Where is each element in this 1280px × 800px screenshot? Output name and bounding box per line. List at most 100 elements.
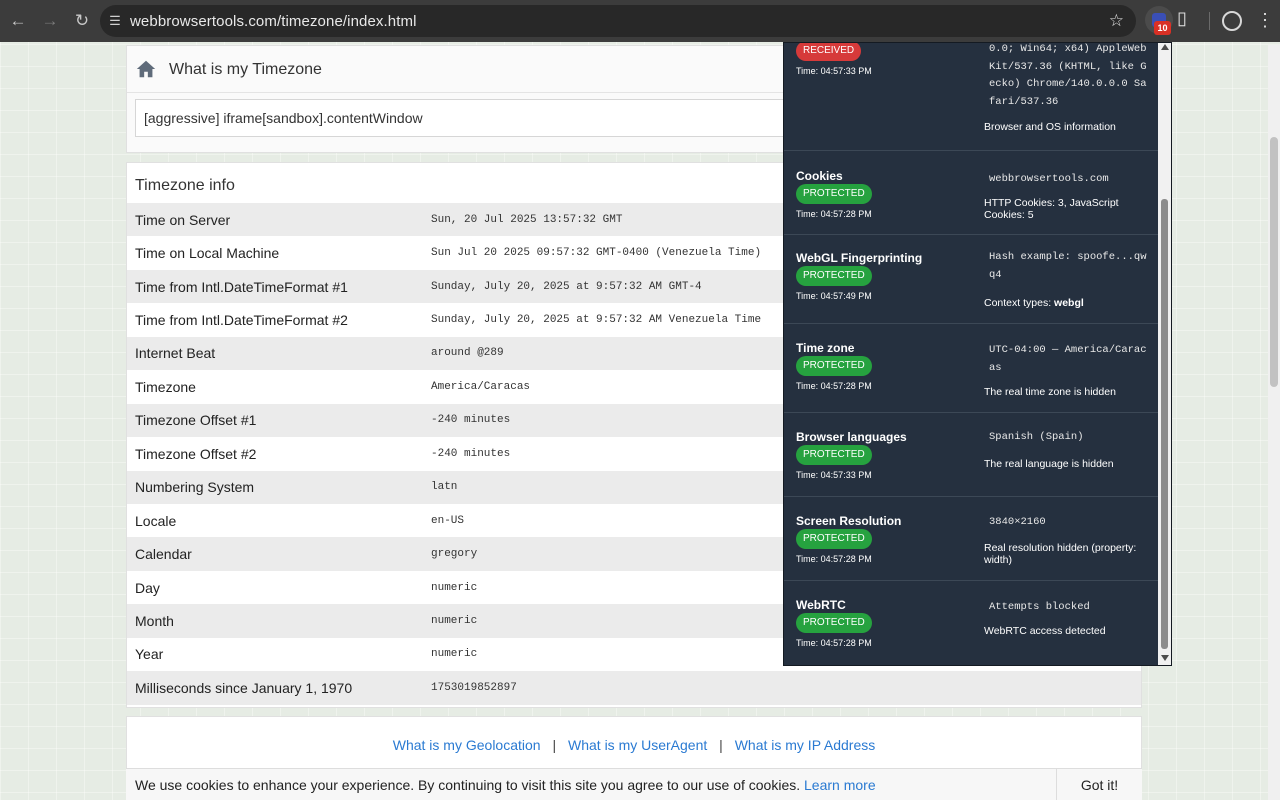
value-line: ecko) Chrome/140.0.0.0 Sa (989, 78, 1147, 90)
protection-item: Time zone PROTECTED Time: 04:57:28 PM UTC-0… (784, 324, 1159, 413)
row-label: Locale (135, 512, 177, 529)
scroll-up-icon[interactable] (1161, 44, 1169, 50)
status-badge: PROTECTED (796, 529, 872, 549)
row-value: around @289 (431, 347, 504, 360)
link-separator: | (719, 737, 723, 753)
url-text[interactable]: webbrowsertools.com/timezone/index.html (130, 13, 417, 30)
status-badge: PROTECTED (796, 613, 872, 633)
row-value: numeric (431, 581, 478, 594)
extensions-puzzle-icon[interactable]: ▯ (1177, 8, 1187, 29)
extension-popup: RECEIVED Time: 04:57:33 PM 0.0; Win64; x64… (783, 42, 1172, 666)
protection-item: Screen Resolution PROTECTED Time: 04:57:28… (784, 497, 1159, 581)
section-title: Timezone info (135, 177, 235, 194)
menu-dots-icon[interactable]: ⋮ (1256, 8, 1274, 32)
value-line: q4 (989, 268, 1002, 281)
item-value: webbrowsertools.com (989, 171, 1147, 189)
row-label: Time on Local Machine (135, 245, 280, 262)
item-time: Time: 04:57:28 PM (796, 554, 872, 564)
toolbar-divider (1209, 12, 1210, 30)
item-value: 3840×2160 (989, 514, 1147, 532)
item-time: Time: 04:57:33 PM (796, 470, 872, 480)
item-description: Real resolution hidden (property: width) (984, 542, 1137, 566)
row-label: Time from Intl.DateTimeFormat #1 (135, 278, 348, 295)
value-line: Hash example: spoofe...qw (989, 251, 1147, 263)
row-value: gregory (431, 548, 478, 561)
protection-item: WebGL Fingerprinting PROTECTED Time: 04:57… (784, 235, 1159, 324)
row-value: latn (431, 481, 458, 494)
protection-item: WebRTC PROTECTED Time: 04:57:28 PM Attempts… (784, 581, 1159, 665)
status-badge: RECEIVED (796, 43, 862, 61)
extension-badge: 10 (1154, 21, 1171, 35)
reload-icon[interactable]: ↻ (68, 7, 96, 35)
value-line: 3840×2160 (989, 516, 1046, 528)
row-label: Calendar (135, 546, 192, 563)
protection-item: Cookies PROTECTED Time: 04:57:28 PM webbrow… (784, 151, 1159, 235)
row-label: Month (135, 612, 174, 629)
status-badge: PROTECTED (796, 184, 872, 204)
row-label: Timezone Offset #1 (135, 412, 257, 429)
item-value: Spanish (Spain) (989, 429, 1147, 447)
address-bar[interactable]: ☰ webbrowsertools.com/timezone/index.htm… (100, 5, 1136, 37)
popup-scrollbar-thumb[interactable] (1161, 199, 1168, 649)
item-description: WebRTC access detected (984, 625, 1106, 637)
profile-icon[interactable] (1222, 11, 1242, 31)
row-value: America/Caracas (431, 380, 531, 393)
forward-icon[interactable]: → (36, 7, 64, 35)
value-line: as (989, 361, 1002, 374)
learn-more-link[interactable]: Learn more (804, 777, 876, 793)
item-name: WebGL Fingerprinting (796, 251, 923, 265)
geolocation-link[interactable]: What is my Geolocation (393, 737, 541, 753)
site-info-icon[interactable]: ☰ (100, 13, 130, 29)
bookmark-star-icon[interactable]: ☆ (1109, 11, 1124, 31)
item-name: WebRTC (796, 598, 846, 612)
ip-address-link[interactable]: What is my IP Address (735, 737, 876, 753)
useragent-link[interactable]: What is my UserAgent (568, 737, 707, 753)
row-value: Sun, 20 Jul 2025 13:57:32 GMT (431, 213, 623, 226)
row-label: Internet Beat (135, 345, 216, 362)
row-value: Sunday, July 20, 2025 at 9:57:32 AM Vene… (431, 314, 762, 327)
row-label: Time from Intl.DateTimeFormat #2 (135, 312, 348, 329)
page-scrollbar-thumb[interactable] (1270, 137, 1278, 387)
link-separator: | (552, 737, 557, 753)
popup-scrollbar[interactable] (1158, 43, 1171, 665)
item-description: HTTP Cookies: 3, JavaScript Cookies: 5 (984, 197, 1119, 221)
item-name: Screen Resolution (796, 514, 902, 528)
row-label: Day (135, 579, 160, 596)
row-value: en-US (431, 514, 465, 527)
item-time: Time: 04:57:28 PM (796, 381, 872, 391)
item-time: Time: 04:57:33 PM (796, 66, 872, 76)
item-name: Browser languages (796, 430, 907, 444)
related-links: What is my Geolocation | What is my User… (126, 716, 1142, 776)
item-description: Browser and OS information (984, 121, 1116, 133)
description-bold: webgl (1054, 297, 1084, 309)
cookie-text: We use cookies to enhance your experienc… (135, 776, 801, 793)
item-value: Hash example: spoofe...qw q4 (989, 249, 1147, 284)
item-description: Context types: webgl (984, 297, 1084, 309)
row-value: numeric (431, 614, 478, 627)
row-label: Numbering System (135, 479, 255, 496)
page-scrollbar[interactable] (1268, 45, 1280, 800)
row-value: 1753019852897 (431, 681, 517, 694)
home-icon[interactable] (135, 58, 157, 80)
value-line: fari/537.36 (989, 95, 1059, 108)
protection-item: Browser languages PROTECTED Time: 04:57:33… (784, 413, 1159, 497)
table-row: Milliseconds since January 1, 1970 175301… (127, 671, 1141, 705)
scroll-down-icon[interactable] (1161, 655, 1169, 661)
row-label: Year (135, 646, 164, 663)
row-label: Timezone (135, 378, 196, 395)
item-value: 0.0; Win64; x64) AppleWeb Kit/537.36 (KHT… (989, 43, 1147, 111)
row-value: Sun Jul 20 2025 09:57:32 GMT-0400 (Venez… (431, 247, 762, 260)
page-title: What is my Timezone (169, 61, 322, 78)
got-it-button[interactable]: Got it! (1056, 768, 1142, 800)
item-value: UTC-04:00 — America/Carac as (989, 342, 1147, 377)
row-value: numeric (431, 648, 478, 661)
row-value: -240 minutes (431, 447, 511, 460)
back-icon[interactable]: ← (4, 7, 32, 35)
value-line: webbrowsertools.com (989, 173, 1109, 185)
item-time: Time: 04:57:28 PM (796, 638, 872, 648)
item-time: Time: 04:57:28 PM (796, 209, 872, 219)
item-description: The real time zone is hidden (984, 386, 1116, 398)
value-line: Attempts blocked (989, 601, 1090, 613)
status-badge: PROTECTED (796, 266, 872, 286)
cookie-message: We use cookies to enhance your experienc… (126, 777, 1056, 793)
